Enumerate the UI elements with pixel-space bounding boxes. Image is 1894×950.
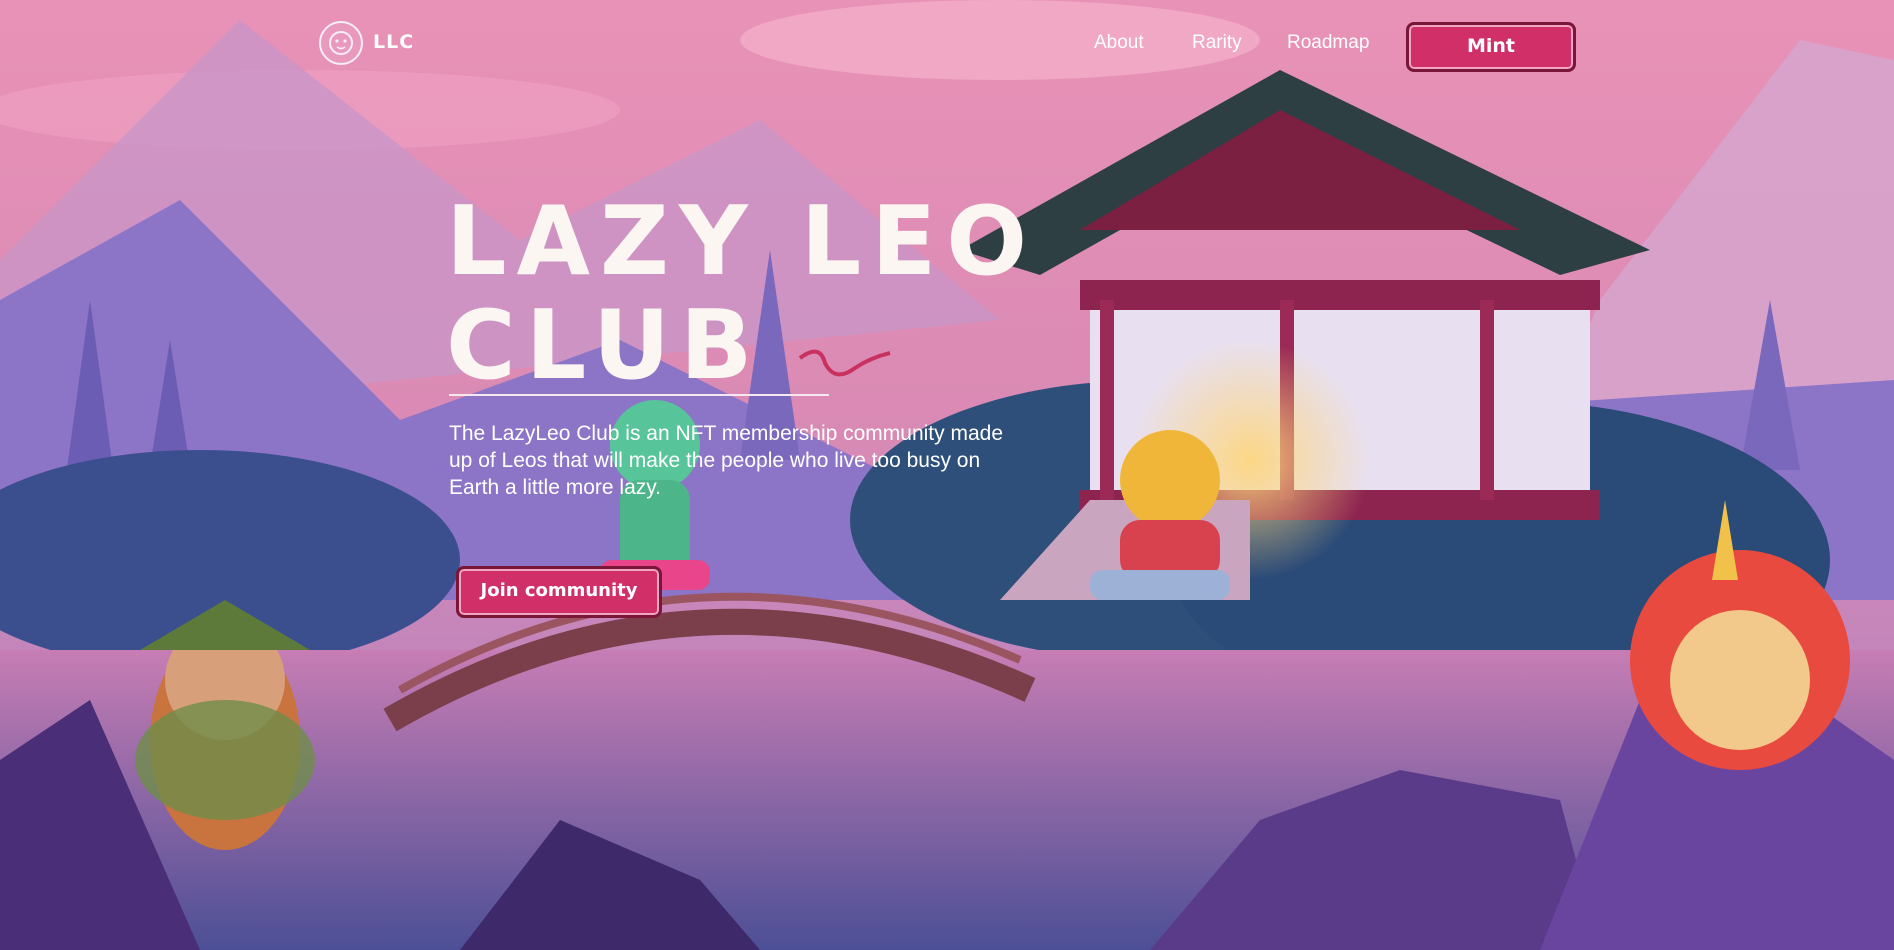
- hero-title-line2: CLUB: [446, 291, 763, 401]
- hero-title: LAZY LEO CLUB: [446, 190, 1037, 398]
- tail-flourish-icon: [798, 349, 891, 377]
- nav-link-about[interactable]: About: [1094, 32, 1144, 54]
- nav-link-rarity[interactable]: Rarity: [1192, 32, 1242, 54]
- hero-title-line1: LAZY LEO: [446, 187, 1037, 297]
- join-community-button[interactable]: Join community: [456, 566, 662, 618]
- lion-icon: [329, 31, 353, 55]
- mint-button[interactable]: Mint: [1406, 22, 1576, 72]
- top-navigation: LLC About Rarity Roadmap Mint: [0, 0, 1894, 90]
- logo-text[interactable]: LLC: [373, 31, 414, 53]
- nav-link-roadmap[interactable]: Roadmap: [1287, 32, 1369, 54]
- hero-description: The LazyLeo Club is an NFT membership co…: [449, 422, 1004, 499]
- title-divider: [449, 394, 829, 396]
- logo-lion-icon[interactable]: [319, 21, 363, 65]
